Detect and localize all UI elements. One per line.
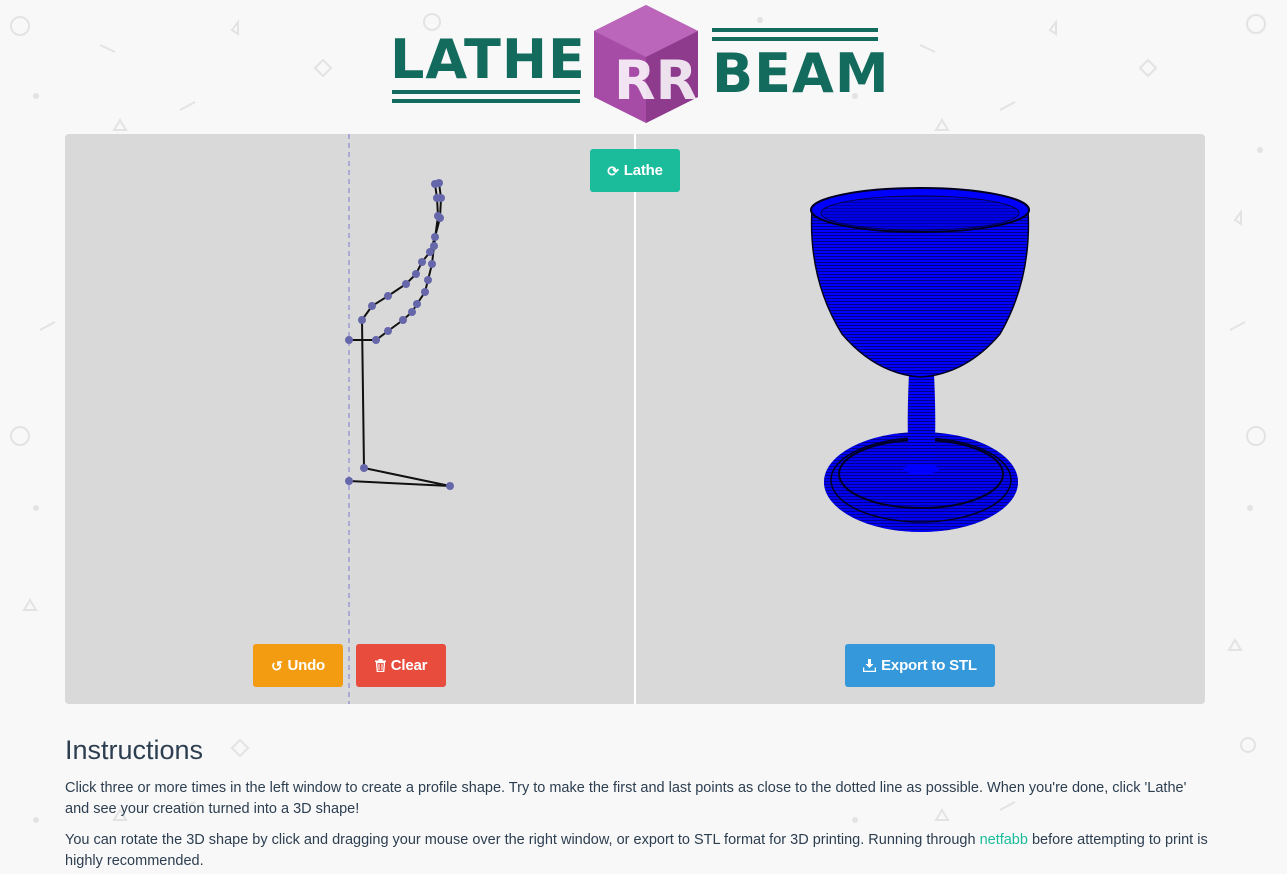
logo-badge-letters: RR [614,49,697,112]
logo-stripe [392,99,580,103]
undo-button[interactable]: ↺ Undo [253,644,343,687]
preview-canvas[interactable] [636,134,1205,704]
clear-button-label: Clear [390,657,428,674]
clear-button[interactable]: Clear [356,644,446,687]
instructions-title: Instructions [65,735,204,765]
instructions-paragraph: Click three or more times in the left wi… [65,780,1187,817]
undo-button-label: Undo [287,657,326,674]
export-stl-button[interactable]: Export to STL [845,644,995,687]
logo-stripe [712,37,878,41]
profile-drawing [345,134,454,704]
netfabb-link[interactable]: netfabb [980,832,1028,848]
logo-lathe-text: LATHE [390,28,586,91]
refresh-icon: ⟳ [607,162,619,179]
logo: LATHE BEAM RR [390,3,889,125]
lathe-button-label: Lathe [623,162,663,179]
undo-icon: ↺ [270,657,283,674]
lathe-button[interactable]: ⟳ Lathe [590,149,680,192]
download-icon [863,659,877,672]
logo-stripe [712,28,878,32]
logo-beam-text: BEAM [712,42,890,105]
goblet-3d-render [810,187,1030,532]
profile-canvas[interactable] [65,134,634,704]
paragraph-text: You can rotate the 3D shape by click and… [65,832,980,848]
instructions-paragraph: You can rotate the 3D shape by click and… [65,830,1210,872]
page: LATHE BEAM RR ⟳ Lathe ↺ Undo Clear Expor… [0,0,1287,874]
profile-path [348,182,451,487]
instructions-section: Instructions Click three or more times i… [65,732,1210,874]
export-button-label: Export to STL [881,657,977,674]
trash-icon [374,659,386,672]
logo-badge-icon: RR [594,5,698,123]
workspace: ⟳ Lathe ↺ Undo Clear Export to STL [65,134,1205,704]
